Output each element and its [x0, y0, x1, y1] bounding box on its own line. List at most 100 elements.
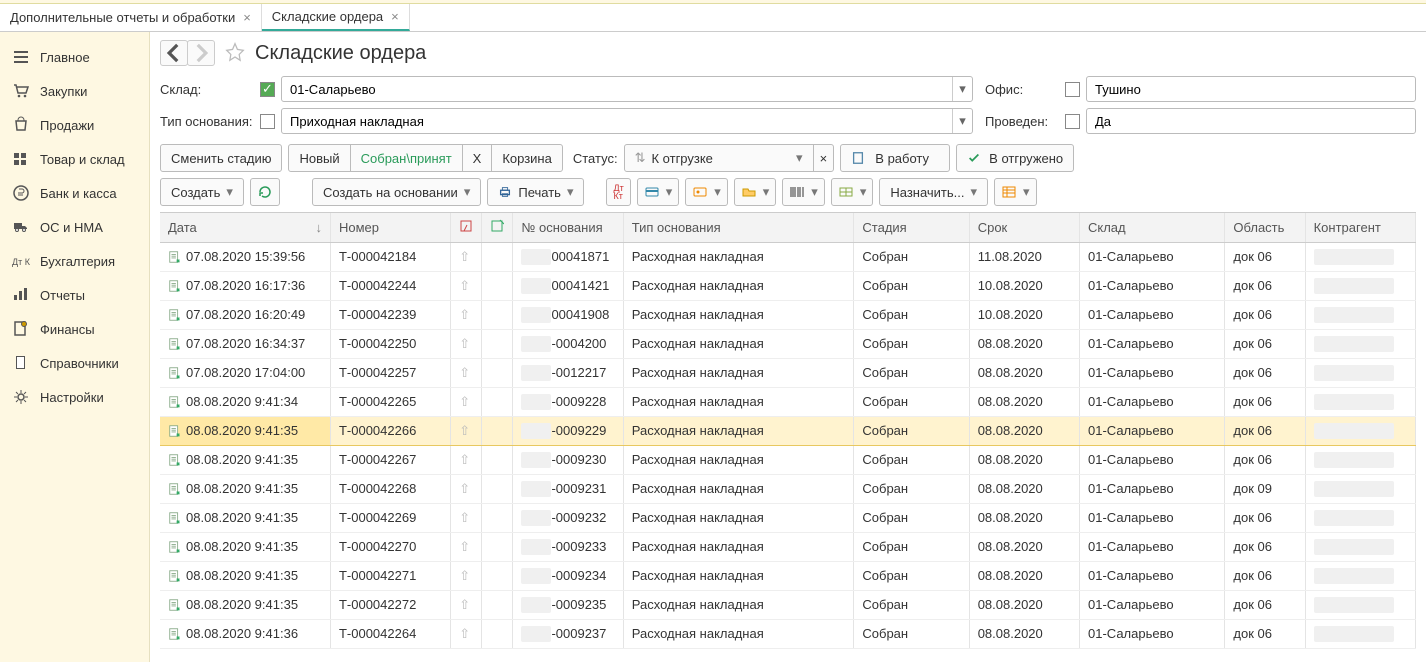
- tool-btn-6[interactable]: ▾: [994, 178, 1037, 206]
- table-row[interactable]: 07.08.2020 17:04:00Т-000042257⇧ -0012217…: [160, 358, 1416, 387]
- cell-basis-num: -0009230: [551, 452, 606, 467]
- stage-x-button[interactable]: Х: [462, 144, 493, 172]
- column-header[interactable]: Склад: [1080, 213, 1225, 242]
- sidebar-item-chart[interactable]: Отчеты: [0, 278, 149, 312]
- document-icon: [168, 511, 182, 525]
- warehouse-checkbox[interactable]: ✓: [260, 82, 275, 97]
- create-on-basis-button[interactable]: Создать на основании▾: [312, 178, 481, 206]
- stage-new-button[interactable]: Новый: [288, 144, 350, 172]
- stage-trash-button[interactable]: Корзина: [491, 144, 563, 172]
- sidebar-item-boxes[interactable]: Товар и склад: [0, 142, 149, 176]
- posted-input[interactable]: [1087, 109, 1415, 133]
- cell-due: 10.08.2020: [969, 300, 1079, 329]
- move-icon: ⇧: [459, 597, 470, 612]
- table-row[interactable]: 08.08.2020 9:41:35Т-000042266⇧ -0009229Р…: [160, 416, 1416, 445]
- shipped-button[interactable]: В отгружено: [956, 144, 1074, 172]
- table-row[interactable]: 07.08.2020 16:34:37Т-000042250⇧ -0004200…: [160, 329, 1416, 358]
- assign-button[interactable]: Назначить...▾: [879, 178, 988, 206]
- barcode-button[interactable]: ▾: [782, 178, 825, 206]
- data-table[interactable]: Дата↓Номер № основанияТип основанияСтадия…: [160, 212, 1416, 662]
- favorite-star-icon[interactable]: [225, 42, 245, 65]
- refresh-button[interactable]: [250, 178, 280, 206]
- table-row[interactable]: 08.08.2020 9:41:36Т-000042264⇧ -0009237Р…: [160, 619, 1416, 648]
- document-icon: [168, 279, 182, 293]
- column-header[interactable]: Контрагент: [1305, 213, 1415, 242]
- column-header[interactable]: Стадия: [854, 213, 969, 242]
- cell-warehouse: 01-Саларьево: [1080, 445, 1225, 474]
- create-button[interactable]: Создать▾: [160, 178, 244, 206]
- column-header[interactable]: Срок: [969, 213, 1079, 242]
- tab-warehouse-orders[interactable]: Складские ордера ×: [262, 4, 410, 31]
- sidebar-item-gear[interactable]: Настройки: [0, 380, 149, 414]
- sidebar-item-ruble[interactable]: Банк и касса: [0, 176, 149, 210]
- table-row[interactable]: 08.08.2020 9:41:35Т-000042270⇧ -0009233Р…: [160, 532, 1416, 561]
- table-row[interactable]: 07.08.2020 16:17:36Т-000042244⇧ 00041421…: [160, 271, 1416, 300]
- cell-basis-num: -0009237: [551, 626, 606, 641]
- column-header[interactable]: [451, 213, 482, 242]
- tab-label: Дополнительные отчеты и обработки: [10, 10, 235, 25]
- sidebar-item-bag[interactable]: Продажи: [0, 108, 149, 142]
- office-input[interactable]: [1087, 77, 1415, 101]
- close-icon[interactable]: ×: [243, 10, 251, 25]
- cell-stage: Собран: [854, 271, 969, 300]
- to-work-button[interactable]: В работу: [840, 144, 950, 172]
- move-icon: ⇧: [459, 452, 470, 467]
- nav-forward-button[interactable]: [187, 40, 215, 66]
- tool-btn-3[interactable]: ▾: [734, 178, 777, 206]
- table-row[interactable]: 08.08.2020 9:41:35Т-000042271⇧ -0009234Р…: [160, 561, 1416, 590]
- stage-collected-button[interactable]: Собран\принят: [350, 144, 463, 172]
- cell-basis-type: Расходная накладная: [623, 271, 854, 300]
- table-row[interactable]: 08.08.2020 9:41:35Т-000042267⇧ -0009230Р…: [160, 445, 1416, 474]
- tab-reports[interactable]: Дополнительные отчеты и обработки ×: [0, 4, 262, 31]
- sidebar-item-ledger[interactable]: Дт КтБухгалтерия: [0, 244, 149, 278]
- dropdown-icon[interactable]: ▾: [952, 109, 972, 133]
- dropdown-icon[interactable]: ▾: [952, 77, 972, 101]
- sidebar-item-book[interactable]: Справочники: [0, 346, 149, 380]
- cell-basis-type: Расходная накладная: [623, 242, 854, 271]
- document-icon: [168, 250, 182, 264]
- column-header[interactable]: [482, 213, 513, 242]
- status-clear-button[interactable]: ×: [813, 144, 835, 172]
- warehouse-input[interactable]: [282, 77, 952, 101]
- table-row[interactable]: 07.08.2020 16:20:49Т-000042239⇧ 00041908…: [160, 300, 1416, 329]
- tool-btn-1[interactable]: ▾: [637, 178, 680, 206]
- office-select[interactable]: [1086, 76, 1416, 102]
- column-header[interactable]: Дата↓: [160, 213, 330, 242]
- warehouse-label: Склад:: [160, 82, 260, 97]
- posted-select[interactable]: [1086, 108, 1416, 134]
- column-header[interactable]: № основания: [513, 213, 623, 242]
- sidebar-item-home[interactable]: Главное: [0, 40, 149, 74]
- move-icon: ⇧: [459, 423, 470, 438]
- table-row[interactable]: 08.08.2020 9:41:35Т-000042268⇧ -0009231Р…: [160, 474, 1416, 503]
- basis-type-select[interactable]: ▾: [281, 108, 973, 134]
- dtkt-button[interactable]: ДтКт: [606, 178, 630, 206]
- document-icon: [168, 540, 182, 554]
- posted-checkbox[interactable]: [1065, 114, 1080, 129]
- column-header[interactable]: Область: [1225, 213, 1305, 242]
- table-row[interactable]: 07.08.2020 15:39:56Т-000042184⇧ 00041871…: [160, 242, 1416, 271]
- tool-btn-5[interactable]: ▾: [831, 178, 874, 206]
- masked-prefix: [521, 365, 551, 381]
- cell-due: 08.08.2020: [969, 561, 1079, 590]
- sidebar-item-truck[interactable]: ОС и НМА: [0, 210, 149, 244]
- close-icon[interactable]: ×: [391, 9, 399, 24]
- cell-basis-type: Расходная накладная: [623, 445, 854, 474]
- table-row[interactable]: 08.08.2020 9:41:35Т-000042272⇧ -0009235Р…: [160, 590, 1416, 619]
- warehouse-select[interactable]: ▾: [281, 76, 973, 102]
- column-header[interactable]: Номер: [330, 213, 450, 242]
- cell-area: док 06: [1225, 619, 1305, 648]
- table-row[interactable]: 08.08.2020 9:41:34Т-000042265⇧ -0009228Р…: [160, 387, 1416, 416]
- status-select[interactable]: ⇅ К отгрузке ▾: [624, 144, 814, 172]
- basis-type-checkbox[interactable]: [260, 114, 275, 129]
- tool-btn-2[interactable]: ▾: [685, 178, 728, 206]
- sidebar-item-cart[interactable]: Закупки: [0, 74, 149, 108]
- nav-back-button[interactable]: [160, 40, 188, 66]
- basis-type-input[interactable]: [282, 109, 952, 133]
- cell-area: док 06: [1225, 503, 1305, 532]
- office-checkbox[interactable]: [1065, 82, 1080, 97]
- change-stage-button[interactable]: Сменить стадию: [160, 144, 282, 172]
- column-header[interactable]: Тип основания: [623, 213, 854, 242]
- sidebar-item-finance[interactable]: Финансы: [0, 312, 149, 346]
- table-row[interactable]: 08.08.2020 9:41:35Т-000042269⇧ -0009232Р…: [160, 503, 1416, 532]
- print-button[interactable]: Печать▾: [487, 178, 584, 206]
